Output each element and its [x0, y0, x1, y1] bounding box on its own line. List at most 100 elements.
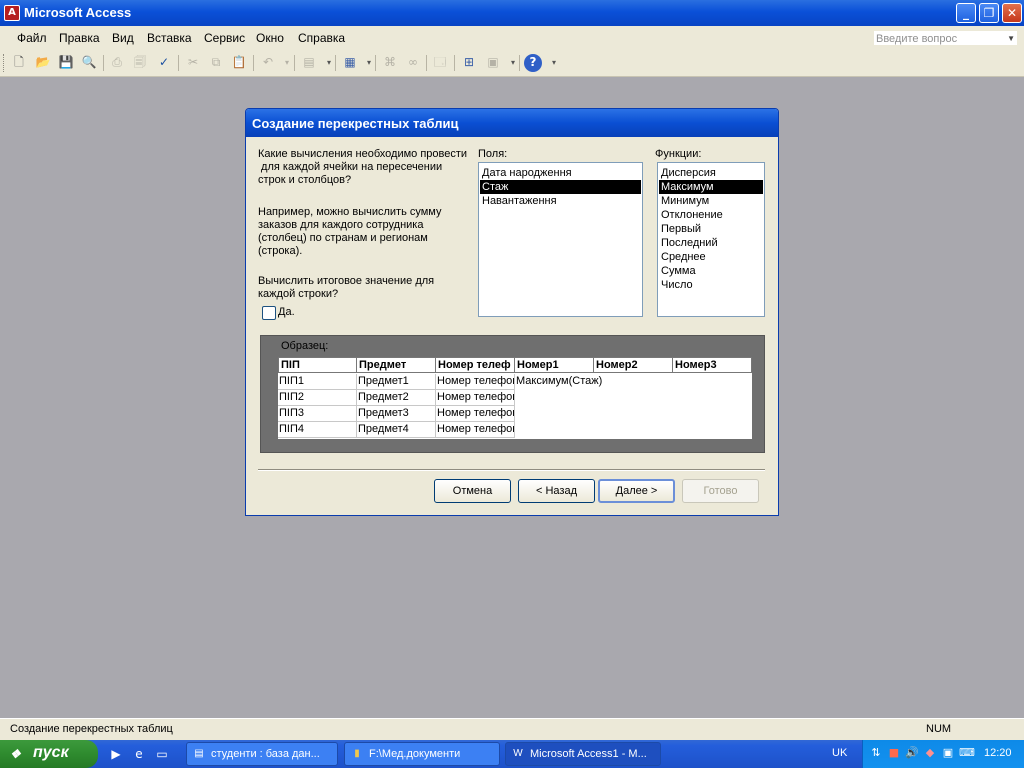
internet-explorer-icon[interactable]: e: [131, 746, 147, 762]
table-cell: Номер телефон: [436, 422, 515, 438]
cut-icon[interactable]: ✂: [184, 54, 202, 72]
windows-logo-icon: ❖: [10, 747, 21, 761]
print-icon[interactable]: ⎙: [108, 54, 126, 72]
list-item[interactable]: Навантаження: [480, 194, 641, 208]
menu-window[interactable]: Окно: [256, 31, 284, 45]
toolbar-separator: [375, 55, 376, 71]
list-item[interactable]: Минимум: [659, 194, 763, 208]
list-item[interactable]: Сумма: [659, 264, 763, 278]
search-file-icon[interactable]: 🔍: [80, 54, 98, 72]
analyze-icon[interactable]: ▦: [341, 54, 359, 72]
undo-icon[interactable]: ↶: [259, 54, 277, 72]
list-item[interactable]: Первый: [659, 222, 763, 236]
sample-label: Образец:: [281, 340, 329, 352]
sample-preview: Образец: ПІП Предмет Номер телеф Номер1 …: [260, 335, 765, 453]
new-object-icon[interactable]: ▣: [484, 54, 502, 72]
table-cell: Номер телефон: [436, 374, 515, 390]
taskbar-task-folder[interactable]: ▮ F:\Мед.документи: [344, 742, 500, 766]
paste-icon[interactable]: 📋: [230, 54, 248, 72]
new-icon[interactable]: 🗋: [10, 54, 28, 72]
language-indicator[interactable]: UK: [832, 747, 847, 759]
taskbar-task-database[interactable]: ▤ студенти : база дан...: [186, 742, 338, 766]
network-icon[interactable]: ⇅: [869, 746, 883, 760]
example-text: Например, можно вычислить сумму заказов …: [258, 206, 442, 257]
functions-listbox[interactable]: Дисперсия Максимум Минимум Отклонение Пе…: [657, 162, 765, 317]
menu-help[interactable]: Справка: [298, 31, 345, 45]
menu-tools[interactable]: Сервис: [204, 31, 245, 45]
dialog-titlebar[interactable]: Создание перекрестных таблиц: [246, 109, 778, 137]
list-item[interactable]: Последний: [659, 236, 763, 250]
database-icon: ▤: [194, 748, 204, 759]
toolbar-separator: [519, 55, 520, 71]
table-cell: ПІП3: [278, 406, 357, 422]
window-titlebar[interactable]: A Microsoft Access _ ❐ ✕: [0, 0, 1024, 26]
start-button[interactable]: ❖ пуск: [0, 740, 98, 768]
close-button[interactable]: ✕: [1002, 3, 1022, 23]
help-icon[interactable]: ?: [524, 54, 542, 72]
row-total-checkbox-label[interactable]: Да.: [278, 306, 295, 318]
list-item[interactable]: Дата народження: [480, 166, 641, 180]
save-icon[interactable]: 💾: [57, 54, 75, 72]
fields-label: Поля:: [478, 148, 508, 160]
copy-icon[interactable]: ⧉: [207, 54, 225, 72]
list-item[interactable]: Стаж: [480, 180, 641, 194]
menu-insert[interactable]: Вставка: [147, 31, 192, 45]
list-item[interactable]: Число: [659, 278, 763, 292]
list-item[interactable]: Отклонение: [659, 208, 763, 222]
access-key-icon: A: [4, 5, 20, 21]
list-item[interactable]: Дисперсия: [659, 166, 763, 180]
column-header: ПІП: [278, 357, 357, 373]
next-button[interactable]: Далее >: [598, 479, 675, 503]
spelling-icon[interactable]: ✓: [155, 54, 173, 72]
question-text: Какие вычисления необходимо провести для…: [258, 148, 468, 186]
table-cell: Номер телефон: [436, 406, 515, 422]
toolbar-grip[interactable]: [3, 54, 7, 72]
back-button[interactable]: < Назад: [518, 479, 595, 503]
list-item[interactable]: Максимум: [659, 180, 763, 194]
table-cell: Предмет1: [357, 374, 436, 390]
menu-view[interactable]: Вид: [112, 31, 134, 45]
toolbar-options-icon[interactable]: ▾: [545, 54, 563, 72]
media-player-icon[interactable]: ▶: [108, 746, 124, 762]
print-preview-icon[interactable]: 🗐: [131, 54, 149, 72]
restore-button[interactable]: ❐: [979, 3, 999, 23]
menu-edit[interactable]: Правка: [59, 31, 100, 45]
volume-icon[interactable]: 🔊: [905, 746, 919, 760]
row-total-checkbox[interactable]: [262, 306, 276, 320]
clock: 12:20: [984, 747, 1012, 759]
dialog-title: Создание перекрестных таблиц: [252, 116, 459, 131]
finish-button[interactable]: Готово: [682, 479, 759, 503]
security-icon[interactable]: ◆: [923, 746, 937, 760]
office-links-icon[interactable]: ▤: [300, 54, 318, 72]
menu-bar: Файл Правка Вид Вставка Сервис Окно Спра…: [0, 26, 1024, 51]
table-cell: ПІП4: [278, 422, 357, 438]
menu-file[interactable]: Файл: [17, 31, 47, 45]
taskbar: ❖ пуск ▶ e ▭ ▤ студенти : база дан... ▮ …: [0, 740, 1024, 768]
minimize-button[interactable]: _: [956, 3, 976, 23]
crosstab-wizard-dialog: Создание перекрестных таблиц Какие вычис…: [245, 108, 779, 516]
properties-icon[interactable]: 🗔: [431, 54, 449, 72]
help-question-input[interactable]: Введите вопрос ▼: [873, 30, 1018, 46]
column-header: Предмет: [357, 357, 436, 373]
taskbar-task-access[interactable]: W Microsoft Access1 - М...: [505, 742, 661, 766]
relationships-icon[interactable]: ⊞: [460, 54, 478, 72]
status-text: Создание перекрестных таблиц: [10, 723, 173, 735]
toolbar-separator: [335, 55, 336, 71]
show-desktop-icon[interactable]: ▭: [154, 746, 170, 762]
code-icon[interactable]: ⌘: [381, 54, 399, 72]
antivirus-icon[interactable]: ■: [887, 746, 901, 760]
column-header: Номер телеф: [436, 357, 515, 373]
window-title: Microsoft Access: [24, 5, 132, 20]
row-total-question: Вычислить итоговое значение для каждой с…: [258, 275, 435, 300]
script-icon[interactable]: ∞: [404, 54, 422, 72]
folder-icon: ▮: [354, 748, 360, 759]
open-icon[interactable]: 📂: [34, 54, 52, 72]
dialog-divider: [258, 469, 765, 471]
fields-listbox[interactable]: Дата народження Стаж Навантаження: [478, 162, 643, 317]
keyboard-icon[interactable]: ⌨: [959, 746, 975, 760]
list-item[interactable]: Среднее: [659, 250, 763, 264]
display-icon[interactable]: ▣: [941, 746, 955, 760]
cancel-button[interactable]: Отмена: [434, 479, 511, 503]
table-cell: ПІП2: [278, 390, 357, 406]
table-cell: Предмет2: [357, 390, 436, 406]
